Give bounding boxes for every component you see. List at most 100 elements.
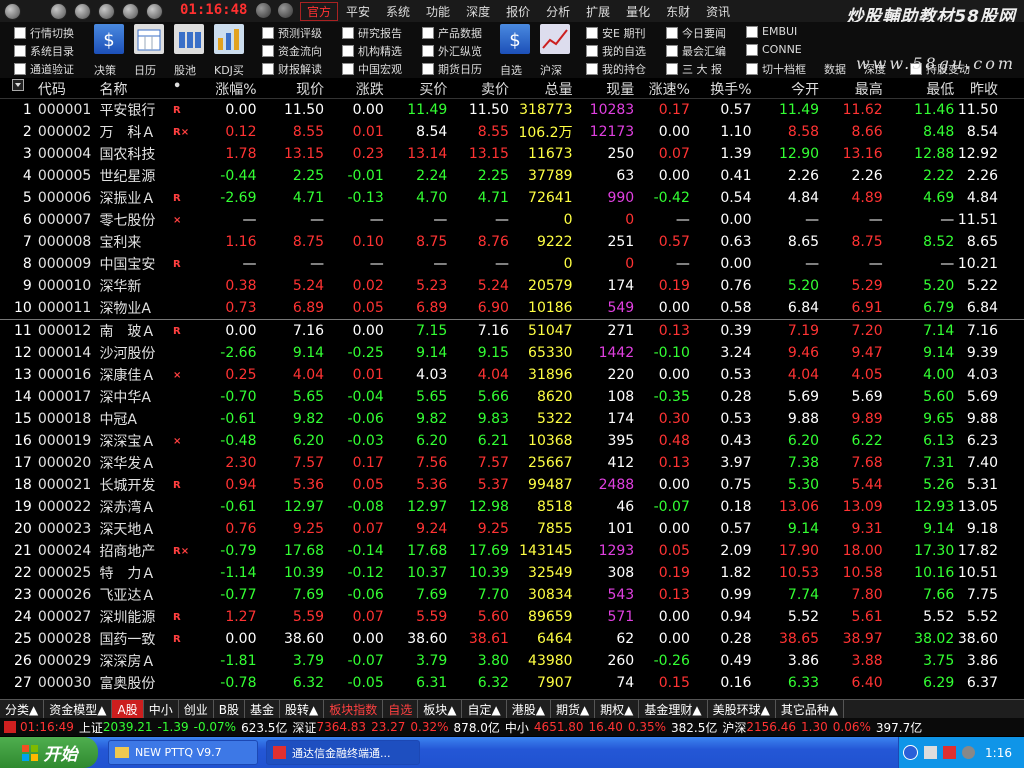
col-low[interactable]: 最低: [883, 79, 954, 98]
col-ask[interactable]: 卖价: [447, 79, 509, 98]
table-row[interactable]: 8 000009 中国宝安 R — — — — —0 0—0.00— — —10.21: [0, 253, 1024, 275]
col-code[interactable]: 代码: [38, 79, 100, 98]
check-connect[interactable]: CONNE: [746, 43, 802, 56]
menu-item-9[interactable]: 东财: [658, 3, 698, 20]
tab-8[interactable]: 板块指数: [324, 700, 384, 718]
table-row[interactable]: 16 000019 深深宝Ａ × -0.48 6.20 -0.03 6.20 6.21 10368…: [0, 430, 1024, 452]
check-forecast-rating[interactable]: 预测评级: [262, 25, 322, 41]
tab-0[interactable]: 分类▲: [0, 700, 45, 718]
check-journal[interactable]: 安E 期刊: [586, 25, 645, 41]
col-turnover[interactable]: 换手%: [690, 79, 751, 98]
task-tdx[interactable]: 通达信金融终端通...: [266, 740, 420, 765]
menu-item-4[interactable]: 深度: [458, 3, 498, 20]
table-row[interactable]: 10 000011 深物业A 0.73 6.89 0.05 6.89 6.90 10186 549…: [0, 297, 1024, 319]
tab-6[interactable]: 基金: [245, 700, 280, 718]
check-channel-verify[interactable]: 通道验证: [14, 61, 74, 77]
check-ten-level[interactable]: 切十档框: [746, 61, 806, 77]
check-embui[interactable]: EMBUI: [746, 25, 797, 38]
decision-tool-icon[interactable]: $: [94, 24, 124, 54]
col-open[interactable]: 今开: [752, 79, 819, 98]
check-china-macro[interactable]: 中国宏观: [342, 61, 402, 77]
tab-2[interactable]: A股: [112, 700, 144, 718]
table-row[interactable]: 1 000001 平安银行 R 0.00 11.50 0.00 11.49 11.50 31877…: [0, 99, 1024, 121]
check-quote-switch[interactable]: 行情切换: [14, 25, 74, 41]
dropdown-icon[interactable]: [12, 79, 24, 91]
alert-icon[interactable]: [4, 721, 16, 733]
menu-item-2[interactable]: 系统: [378, 3, 418, 20]
menu-icon[interactable]: [146, 3, 163, 20]
home-icon[interactable]: [122, 3, 139, 20]
shsz-chart-icon[interactable]: [540, 24, 570, 54]
tab-11[interactable]: 自定▲: [462, 700, 507, 718]
task-folder[interactable]: NEW PTTQ V9.7: [108, 740, 258, 765]
col-bid[interactable]: 买价: [384, 79, 447, 98]
table-row[interactable]: 12 000014 沙河股份 -2.66 9.14 -0.25 9.14 9.15 65330 1…: [0, 342, 1024, 364]
table-row[interactable]: 14 000017 深中华A -0.70 5.65 -0.04 5.65 5.66 8620 10…: [0, 386, 1024, 408]
check-today-news[interactable]: 今日要闻: [666, 25, 726, 41]
table-row[interactable]: 27 000030 富奥股份 -0.78 6.32 -0.05 6.31 6.32 7907 74…: [0, 672, 1024, 694]
tray-volume-icon[interactable]: [962, 746, 976, 759]
menu-item-0[interactable]: 官方: [300, 1, 339, 21]
header-sort-toggle[interactable]: [0, 79, 38, 98]
check-institution-pick[interactable]: 机构精选: [342, 43, 402, 59]
table-row[interactable]: 17 000020 深华发Ａ 2.30 7.57 0.17 7.56 7.57 25667 412…: [0, 452, 1024, 474]
col-prev-close[interactable]: 昨收: [954, 79, 1024, 98]
table-row[interactable]: 9 000010 深华新 0.38 5.24 0.02 5.23 5.24 20579 174 0.…: [0, 275, 1024, 297]
check-my-favorites[interactable]: 我的自选: [586, 43, 646, 59]
check-my-holdings[interactable]: 我的持仓: [586, 61, 646, 77]
col-change-pct[interactable]: 涨幅%: [195, 79, 256, 98]
tray-info-icon[interactable]: [903, 745, 919, 760]
sh-label[interactable]: 上证: [79, 719, 103, 736]
table-row[interactable]: 19 000022 深赤湾Ａ -0.61 12.97 -0.08 12.97 12.98 851…: [0, 496, 1024, 518]
system-orb-icon[interactable]: [4, 3, 21, 20]
table-row[interactable]: 13 000016 深康佳Ａ × 0.25 4.04 0.01 4.03 4.04 31896 22…: [0, 364, 1024, 386]
col-volume[interactable]: 总量: [509, 79, 573, 98]
check-financial-report[interactable]: 财报解读: [262, 61, 322, 77]
col-current-vol[interactable]: 现量: [573, 79, 634, 98]
tab-9[interactable]: 自选: [383, 700, 419, 718]
table-row[interactable]: 21 000024 招商地产 R× -0.79 17.68 -0.14 17.68 17.69 1…: [0, 540, 1024, 562]
tab-17[interactable]: 其它品种▲: [776, 700, 845, 718]
refresh-icon[interactable]: [98, 3, 115, 20]
table-row[interactable]: 4 000005 世纪星源 -0.44 2.25 -0.01 2.24 2.25 37789 63…: [0, 165, 1024, 187]
menu-item-5[interactable]: 报价: [498, 3, 538, 20]
tab-1[interactable]: 资金模型▲: [44, 700, 113, 718]
tab-5[interactable]: B股: [214, 700, 245, 718]
kdj-buy-icon[interactable]: [214, 24, 244, 54]
tray-network-icon[interactable]: [924, 746, 938, 759]
table-row[interactable]: 15 000018 中冠A -0.61 9.82 -0.06 9.82 9.83 5322 174…: [0, 408, 1024, 430]
nav-back-icon[interactable]: [50, 3, 67, 20]
tab-12[interactable]: 港股▲: [507, 700, 551, 718]
check-futures-calendar[interactable]: 期货日历: [422, 61, 482, 77]
start-button[interactable]: 开始: [0, 737, 98, 768]
nav-forward-icon[interactable]: [74, 3, 91, 20]
menu-item-3[interactable]: 功能: [418, 3, 458, 20]
table-row[interactable]: 23 000026 飞亚达Ａ -0.77 7.69 -0.06 7.69 7.70 30834 5…: [0, 584, 1024, 606]
check-research-report[interactable]: 研究报告: [342, 25, 402, 41]
tray-shield-icon[interactable]: [943, 746, 957, 759]
menu-item-10[interactable]: 资讯: [698, 3, 738, 20]
col-speed[interactable]: 涨速%: [634, 79, 690, 98]
table-row[interactable]: 7 000008 宝利来 1.16 8.75 0.10 8.75 8.76 9222 251 0.5…: [0, 231, 1024, 253]
menu-item-1[interactable]: 平安: [338, 3, 378, 20]
check-three-reports[interactable]: 三 大 报: [666, 61, 722, 77]
tab-4[interactable]: 创业: [179, 700, 214, 718]
col-high[interactable]: 最高: [819, 79, 883, 98]
calendar-tool-icon[interactable]: [134, 24, 164, 54]
check-fund-flow[interactable]: 资金流向: [262, 43, 322, 59]
table-row[interactable]: 5 000006 深振业Ａ R -2.69 4.71 -0.13 4.70 4.71 72641 9…: [0, 187, 1024, 209]
zx-label[interactable]: 中小: [505, 719, 529, 736]
check-product-data[interactable]: 产品数据: [422, 25, 482, 41]
col-price[interactable]: 现价: [257, 79, 324, 98]
table-row[interactable]: 25 000028 国药一致 R 0.00 38.60 0.00 38.60 38.61 6464…: [0, 628, 1024, 650]
table-row[interactable]: 3 000004 国农科技 1.78 13.15 0.23 13.14 13.15 11673 2…: [0, 143, 1024, 165]
table-row[interactable]: 24 000027 深圳能源 R 1.27 5.59 0.07 5.59 5.60 89659 57…: [0, 606, 1024, 628]
check-forex-overview[interactable]: 外汇纵览: [422, 43, 482, 59]
check-compilation[interactable]: 最会汇编: [666, 43, 726, 59]
tab-13[interactable]: 期货▲: [551, 700, 596, 718]
menu-item-7[interactable]: 扩展: [578, 3, 618, 20]
table-row[interactable]: 26 000029 深深房Ａ -1.81 3.79 -0.07 3.79 3.80 43980 2…: [0, 650, 1024, 672]
tab-15[interactable]: 基金理财▲: [639, 700, 708, 718]
check-system-dir[interactable]: 系统目录: [14, 43, 74, 59]
table-row[interactable]: 20 000023 深天地Ａ 0.76 9.25 0.07 9.24 9.25 7855 101 0…: [0, 518, 1024, 540]
